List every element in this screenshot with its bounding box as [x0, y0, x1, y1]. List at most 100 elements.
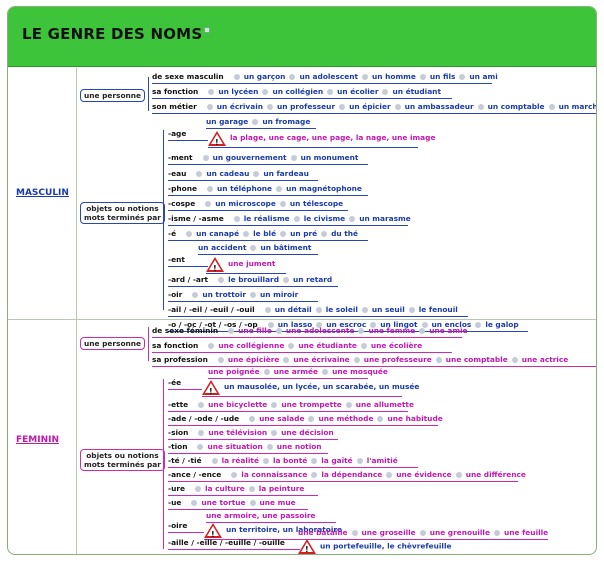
- masc-personne-row-2: son métier un écrivain un professeur un épi…: [152, 102, 596, 114]
- bullet-icon: [377, 416, 384, 422]
- example-word: la plage, une cage, une page, la nage, u…: [230, 133, 436, 142]
- example-word: un retard: [293, 275, 333, 284]
- bullet-icon: [197, 444, 204, 450]
- example-word: le galop: [485, 320, 519, 329]
- suffix-label: sa profession: [152, 355, 208, 364]
- bullet-icon: [475, 322, 482, 328]
- masc-ent-label-row: -ent: [168, 255, 208, 267]
- title-text: LE GENRE DES NOMS: [22, 25, 203, 43]
- suffix-label: -té / -tié: [168, 456, 202, 465]
- header-bar: LE GENRE DES NOMS: [8, 7, 596, 67]
- suffix-label: -oire: [168, 521, 188, 530]
- masc-suffix-row-0: -ment un gouvernement un monument: [168, 153, 368, 165]
- suffix-label: -ance / -ence: [168, 470, 222, 479]
- example-word: une habitude: [387, 414, 443, 423]
- warning-icon: [206, 256, 224, 277]
- example-word: un fardeau: [263, 169, 309, 178]
- masc-suffix2-row-2: -ail / -eil / -euil / -ouil un détail le s…: [168, 305, 468, 317]
- bullet-icon: [315, 307, 322, 313]
- link-icon: [204, 27, 211, 33]
- example-word: une jument: [228, 259, 276, 268]
- example-word: le blé: [253, 229, 277, 238]
- warning-icon: [202, 379, 220, 400]
- fem-aille-exception: un portefeuille, le chèvrefeuille: [298, 539, 452, 554]
- bullet-icon: [196, 171, 203, 177]
- bullet-icon: [408, 307, 415, 313]
- example-word: un fromage: [262, 117, 311, 126]
- example-word: la réalité: [221, 456, 259, 465]
- suffix-label: -tion: [168, 442, 188, 451]
- fem-personne-row-1: sa fonction une collégienne une étudiante u…: [152, 341, 452, 353]
- example-word: une trompette: [281, 400, 342, 409]
- example-word: un garçon: [243, 72, 286, 81]
- masc-ent-words: un accident un bâtiment: [198, 243, 318, 255]
- example-word: un mausolée, un lycée, un scarabée, un m…: [224, 382, 420, 391]
- example-word: un lycéen: [218, 87, 259, 96]
- bullet-icon: [477, 104, 484, 110]
- example-word: le fenouil: [418, 305, 458, 314]
- bullet-icon: [262, 458, 269, 464]
- bullet-icon: [208, 89, 215, 95]
- masc-personne-connector: [148, 77, 149, 111]
- example-word: une feuille: [503, 528, 549, 537]
- fem-suffix-row-1: -ade / -ode / -ude une salade une méthode u…: [168, 414, 443, 426]
- example-word: une adolescente: [285, 326, 355, 335]
- example-word: une évidence: [396, 470, 452, 479]
- example-word: un comptable: [487, 102, 545, 111]
- suffix-label: -é: [168, 229, 177, 238]
- example-word: la peinture: [258, 484, 305, 493]
- fem-oire-label-row: -oire: [168, 521, 204, 533]
- bullet-icon: [349, 216, 356, 222]
- suffix-label: -ment: [168, 153, 193, 162]
- bullet-icon: [548, 104, 555, 110]
- page-title: LE GENRE DES NOMS: [22, 25, 211, 43]
- suffix-label: de sexe féminin: [152, 326, 219, 335]
- example-word: un fils: [429, 72, 456, 81]
- masc-personne-box: une personne: [80, 89, 146, 102]
- bullet-icon: [264, 307, 271, 313]
- bullet-icon: [263, 369, 270, 375]
- masc-suffix2-row-0: -ard / -art le brouillard un retard: [168, 275, 338, 287]
- example-word: un détail: [274, 305, 312, 314]
- warning-icon: [298, 539, 316, 554]
- fem-ee-words: une poignée une armée une mosquée: [208, 367, 388, 379]
- bullet-icon: [511, 357, 518, 363]
- example-word: un télescope: [289, 199, 344, 208]
- suffix-label: -oir: [168, 290, 183, 299]
- example-word: une notion: [276, 442, 322, 451]
- example-word: une allumette: [355, 400, 414, 409]
- bullet-icon: [311, 472, 318, 478]
- example-word: la connaissance: [241, 470, 308, 479]
- bullet-icon: [233, 216, 240, 222]
- suffix-label: -ent: [168, 255, 185, 264]
- example-word: un portefeuille, le chèvrefeuille: [320, 541, 452, 551]
- fem-suffix-row-5: -ance / -ence la connaissance la dépendanc…: [168, 470, 526, 482]
- suffix-label: -ette: [168, 400, 189, 409]
- bullet-icon: [419, 328, 426, 334]
- bullet-icon: [208, 343, 215, 349]
- example-word: une mue: [259, 498, 296, 507]
- bullet-icon: [353, 357, 360, 363]
- bullet-icon: [419, 74, 426, 80]
- bullet-icon: [361, 307, 368, 313]
- example-word: un téléphone: [216, 184, 273, 193]
- fem-ee-label-row: -ée: [168, 378, 202, 390]
- suffix-label: -ue: [168, 498, 182, 507]
- bullet-icon: [276, 186, 283, 192]
- masc-ent-exception: une jument: [206, 256, 286, 277]
- example-word: la gaîté: [321, 456, 353, 465]
- bullet-icon: [217, 357, 224, 363]
- suffix-label: son métier: [152, 102, 197, 111]
- example-word: une salade: [259, 414, 305, 423]
- bullet-icon: [386, 472, 393, 478]
- bullet-icon: [351, 530, 358, 536]
- example-word: un gouvernement: [212, 153, 287, 162]
- suffix-label: -cospe: [168, 199, 196, 208]
- bullet-icon: [345, 402, 352, 408]
- bullet-icon: [394, 104, 401, 110]
- bullet-icon: [322, 369, 329, 375]
- bullet-icon: [290, 155, 297, 161]
- example-word: une grenouille: [429, 528, 490, 537]
- fem-objets-connector: [163, 379, 164, 549]
- example-word: une décision: [281, 428, 334, 437]
